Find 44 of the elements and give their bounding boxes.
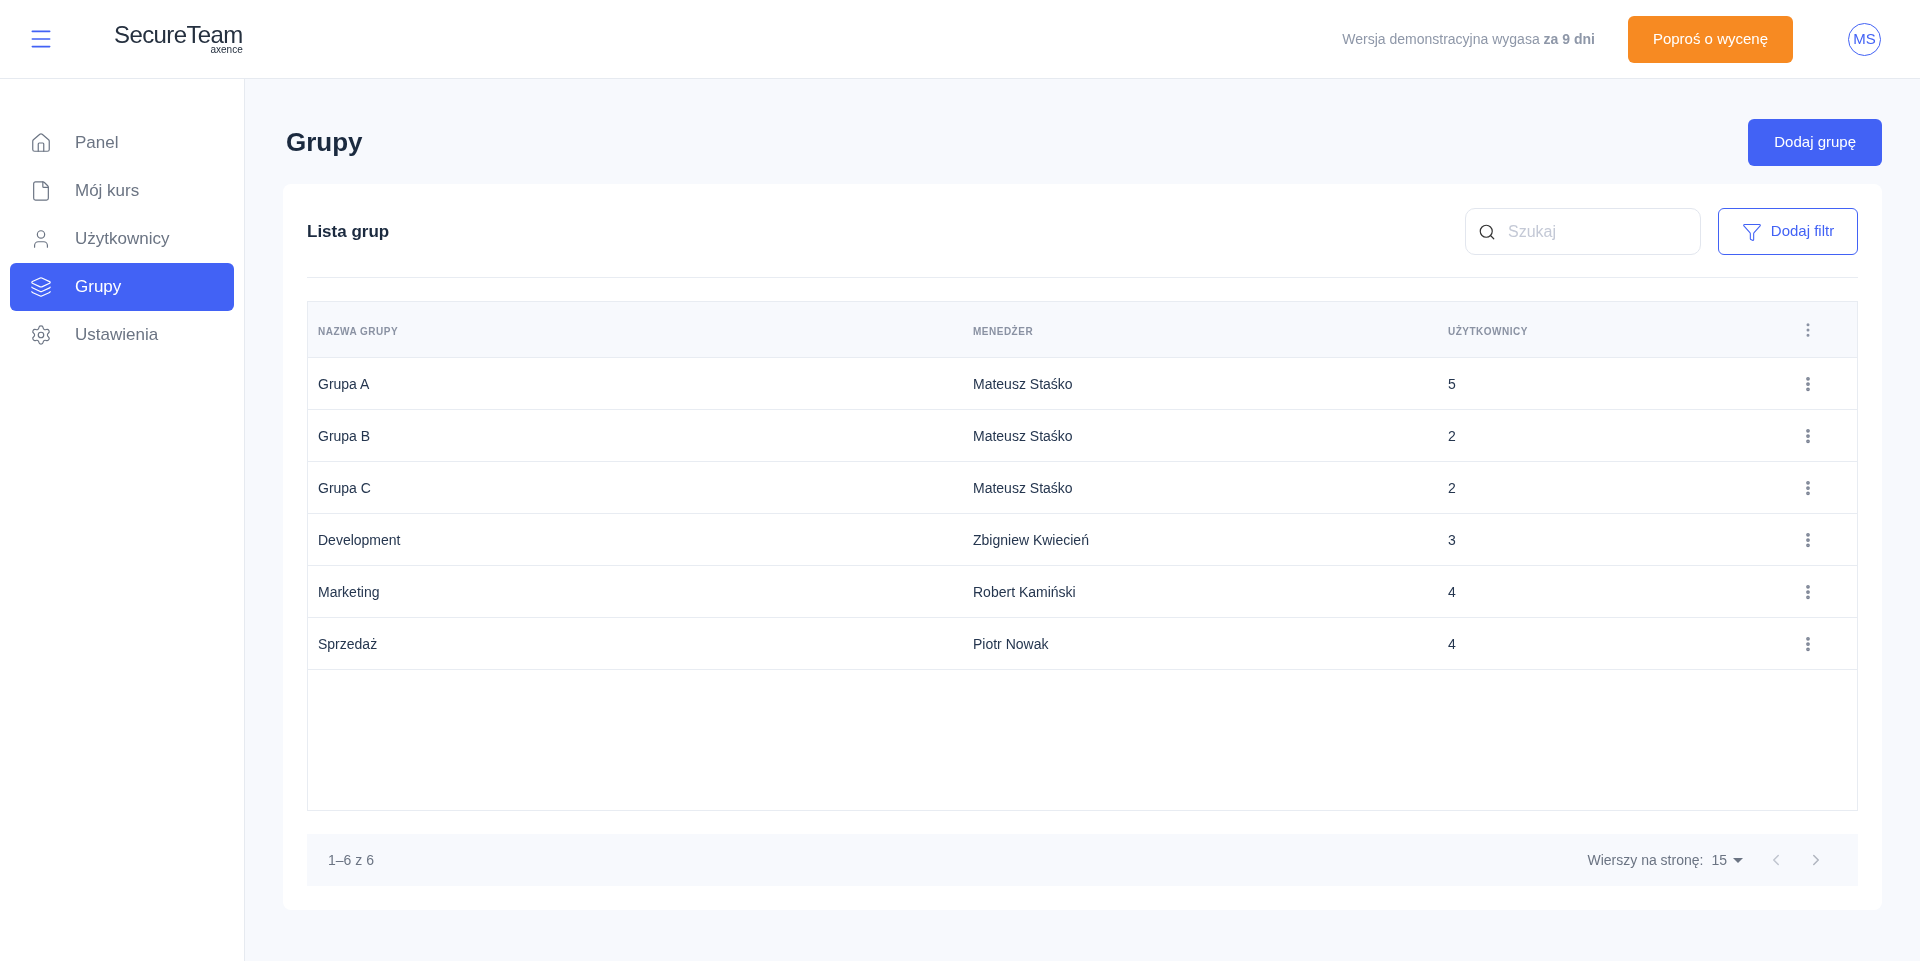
table-cell: Development <box>318 531 401 548</box>
table-cell: Marketing <box>318 583 380 600</box>
table-cell: Mateusz Staśko <box>973 479 1073 496</box>
filter-icon <box>1741 221 1762 242</box>
table-cell: Grupa C <box>318 479 371 496</box>
table-cell: 2 <box>1448 427 1456 444</box>
page-title: Grupy <box>286 126 363 159</box>
trial-notice: Wersja demonstracyjna wygasa za 9 dni <box>1342 29 1595 49</box>
sidebar-item[interactable]: Ustawienia <box>10 311 234 359</box>
add-group-button[interactable]: Dodaj grupę <box>1748 119 1882 166</box>
column-header: UŻYTKOWNICY <box>1448 325 1528 337</box>
sidebar-item[interactable]: Użytkownicy <box>10 215 234 263</box>
table-cell: 4 <box>1448 583 1456 600</box>
table-cell: Grupa A <box>318 375 370 392</box>
settings-icon <box>30 324 52 346</box>
table-cell: Sprzedaż <box>318 635 378 652</box>
table-cell: 5 <box>1448 375 1456 392</box>
page-range: 1–6 z 6 <box>328 850 374 870</box>
table-cell: 2 <box>1448 479 1456 496</box>
rows-per-page-select[interactable]: 15 <box>1711 849 1743 871</box>
table-cell: Zbigniew Kwiecień <box>973 531 1089 548</box>
layers-icon <box>30 276 52 298</box>
table-cell: Piotr Nowak <box>973 635 1049 652</box>
table-cell: Robert Kamiński <box>973 583 1076 600</box>
logo: SecureTeam axence <box>114 23 243 55</box>
table-cell: Mateusz Staśko <box>973 427 1073 444</box>
home-icon <box>30 132 52 154</box>
dropdown-caret-icon <box>1733 857 1743 863</box>
sidebar-item[interactable]: Grupy <box>10 263 234 311</box>
table-cell: Mateusz Staśko <box>973 375 1073 392</box>
card-title: Lista grup <box>307 220 390 243</box>
column-header: NAZWA GRUPY <box>318 325 399 337</box>
sidebar-item[interactable]: Mój kurs <box>10 167 234 215</box>
file-icon <box>30 180 52 202</box>
sidebar-item[interactable]: Panel <box>10 119 234 167</box>
search-icon <box>1478 222 1496 241</box>
search-field[interactable]: Szukaj <box>1465 208 1701 255</box>
table-cell: Grupa B <box>318 427 371 444</box>
column-header: MENEDŻER <box>973 325 1034 337</box>
search-input[interactable]: Szukaj <box>1508 219 1688 244</box>
add-filter-button[interactable]: Dodaj filtr <box>1718 208 1858 255</box>
rows-per-page-label: Wierszy na stronę: <box>1587 850 1704 870</box>
table-cell: 3 <box>1448 531 1456 548</box>
table-cell: 4 <box>1448 635 1456 652</box>
